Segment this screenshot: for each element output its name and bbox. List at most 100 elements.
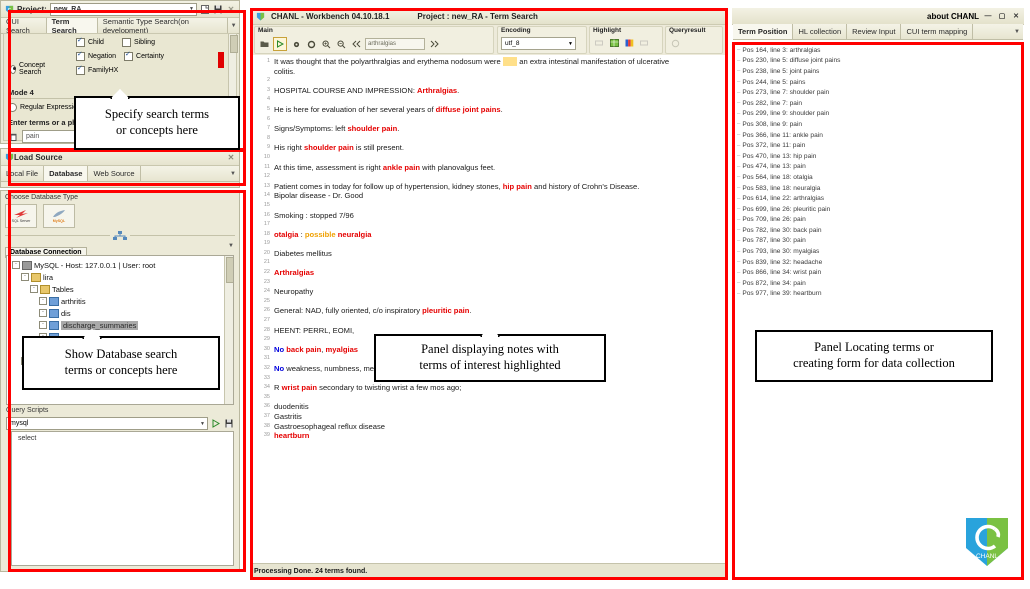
note-line[interactable]: 12 — [254, 172, 720, 182]
note-line[interactable]: 24 Neuropathy — [254, 287, 720, 297]
note-line[interactable]: 22 Arthralgias — [254, 268, 720, 278]
project-combo[interactable]: new_RA ▼ — [49, 2, 197, 16]
note-line[interactable]: 36 duodenitis — [254, 402, 720, 412]
note-line[interactable]: 8 — [254, 134, 720, 144]
term-position-item[interactable]: – Pos 564, line 18: otalgia — [733, 172, 1023, 183]
term-position-item[interactable]: – Pos 793, line 30: myalgias — [733, 246, 1023, 257]
checkbox-certainty[interactable]: Certainty — [124, 50, 164, 61]
tree-expander-icon[interactable]: - — [12, 261, 20, 269]
note-line[interactable]: 26 General: NAD, fully oriented, c/o insp… — [254, 306, 720, 316]
term-position-item[interactable]: – Pos 474, line 13: pain — [733, 162, 1023, 173]
checkbox-negation[interactable]: Negation — [76, 50, 116, 61]
term-position-item[interactable]: – Pos 614, line 22: arthralgias — [733, 193, 1023, 204]
term-position-item[interactable]: – Pos 787, line 30: pain — [733, 236, 1023, 247]
note-line[interactable]: 39 heartburn — [254, 431, 720, 441]
concept-search-radio[interactable]: Concept Search — [10, 62, 48, 76]
note-line[interactable]: 4 — [254, 95, 720, 105]
prev-match-icon[interactable] — [350, 38, 362, 50]
tree-expander-icon[interactable]: - — [39, 309, 47, 317]
checkbox-familyhx[interactable]: FamilyHX — [76, 64, 118, 75]
note-line[interactable]: 6 — [254, 115, 720, 125]
refresh-icon[interactable] — [305, 38, 317, 50]
term-position-item[interactable]: – Pos 839, line 32: headache — [733, 257, 1023, 268]
term-position-item[interactable]: – Pos 282, line 7: pain — [733, 98, 1023, 109]
note-line[interactable]: 38 Gastroesophageal reflux disease — [254, 422, 720, 432]
note-line[interactable]: 25 — [254, 297, 720, 307]
term-position-item[interactable]: – Pos 372, line 11: pain — [733, 140, 1023, 151]
note-text-area[interactable]: 1 It was thought that the polyarthralgias… — [252, 55, 726, 563]
tab-cui-search[interactable]: CUI Search — [1, 17, 47, 35]
note-line[interactable]: 5 He is here for evaluation of her severa… — [254, 105, 720, 115]
term-position-item[interactable]: – Pos 866, line 34: wrist pain — [733, 267, 1023, 278]
save-icon[interactable] — [224, 419, 234, 429]
tree-expander-icon[interactable]: - — [30, 285, 38, 293]
play-icon[interactable] — [273, 37, 287, 51]
query-editor[interactable]: select — [11, 431, 234, 566]
tab-semantic-type-search[interactable]: Semantic Type Search(on development) — [97, 17, 229, 35]
term-position-item[interactable]: – Pos 583, line 18: neuralgia — [733, 183, 1023, 194]
maximize-icon[interactable]: ▢ — [997, 12, 1007, 21]
chevron-down-icon[interactable]: ▼ — [228, 243, 234, 249]
tree-expander-icon[interactable]: - — [39, 321, 47, 329]
highlight-off-icon[interactable] — [593, 37, 605, 49]
term-position-item[interactable]: – Pos 299, line 9: shoulder pain — [733, 109, 1023, 120]
minimize-icon[interactable]: — — [983, 12, 993, 21]
highlight-color-icon[interactable] — [623, 37, 635, 49]
chevron-down-icon[interactable]: ▼ — [227, 166, 239, 181]
note-line[interactable]: 7 Signs/Symptoms: left shoulder pain. — [254, 124, 720, 134]
note-line[interactable]: 35 — [254, 393, 720, 403]
tab-term-search[interactable]: Term Search — [46, 17, 98, 35]
tree-node[interactable]: - MySQL - Host: 127.0.0.1 | User: root — [10, 259, 233, 271]
tree-expander-icon[interactable]: - — [21, 273, 29, 281]
term-position-item[interactable]: – Pos 244, line 5: pains — [733, 77, 1023, 88]
note-line[interactable]: 37 Gastritis — [254, 412, 720, 422]
tab-hl-collection[interactable]: HL collection — [793, 24, 848, 39]
note-line[interactable]: 27 — [254, 316, 720, 326]
tree-node[interactable]: - Tables — [10, 283, 233, 295]
result-info-icon[interactable] — [669, 37, 681, 49]
close-icon[interactable]: ✕ — [1011, 12, 1021, 21]
note-line[interactable]: 16 Smoking : stopped 7/96 — [254, 211, 720, 221]
tree-node[interactable]: - arthritis — [10, 295, 233, 307]
note-line[interactable]: 23 — [254, 278, 720, 288]
term-position-item[interactable]: – Pos 308, line 9: pain — [733, 119, 1023, 130]
query-script-combo[interactable]: mysql ▼ — [6, 417, 208, 430]
note-line[interactable]: 17 — [254, 220, 720, 230]
chevron-down-icon[interactable]: ▼ — [1011, 24, 1023, 39]
highlight-table-icon[interactable] — [608, 37, 620, 49]
note-line[interactable]: 2 — [254, 76, 720, 86]
save-icon[interactable] — [213, 4, 223, 14]
note-line[interactable]: 1 It was thought that the polyarthralgias… — [254, 57, 720, 67]
open-folder-icon[interactable] — [258, 38, 270, 50]
note-line[interactable]: colitis. — [254, 67, 720, 77]
tree-node[interactable]: - discharge_summaries — [10, 319, 233, 331]
term-position-item[interactable]: – Pos 699, line 26: pleuritic pain — [733, 204, 1023, 215]
db-type-mysql[interactable]: MySQL — [43, 204, 75, 228]
term-position-list[interactable]: – Pos 164, line 3: arthralgias – Pos 230, l… — [733, 42, 1023, 579]
term-position-item[interactable]: – Pos 164, line 3: arthralgias — [733, 45, 1023, 56]
highlight-clear-icon[interactable] — [638, 37, 650, 49]
tree-node[interactable]: - dis — [10, 307, 233, 319]
tree-scrollbar[interactable] — [224, 256, 233, 404]
note-line[interactable]: 10 — [254, 153, 720, 163]
next-match-icon[interactable] — [428, 38, 440, 50]
note-line[interactable]: 11 At this time, assessment is right ankl… — [254, 163, 720, 173]
chevron-down-icon[interactable]: ▼ — [228, 18, 239, 33]
trash-icon[interactable] — [8, 132, 18, 142]
checkbox-child[interactable]: Child — [76, 36, 104, 47]
note-line[interactable]: 13 Patient comes in today for follow up o… — [254, 182, 720, 192]
note-line[interactable]: 3 HOSPITAL COURSE AND IMPRESSION: Arthral… — [254, 86, 720, 96]
checkbox-sibling[interactable]: Sibling — [121, 38, 155, 47]
gear-icon[interactable] — [290, 38, 302, 50]
close-icon[interactable]: ✕ — [226, 152, 236, 162]
term-position-item[interactable]: – Pos 709, line 26: pain — [733, 215, 1023, 226]
note-line[interactable]: 21 — [254, 258, 720, 268]
new-file-icon[interactable] — [200, 4, 210, 14]
note-line[interactable]: 18 otalgia : possible neuralgia — [254, 230, 720, 240]
term-position-item[interactable]: – Pos 782, line 30: back pain — [733, 225, 1023, 236]
note-line[interactable]: 19 — [254, 239, 720, 249]
term-position-item[interactable]: – Pos 273, line 7: shoulder pain — [733, 87, 1023, 98]
tab-database[interactable]: Database — [44, 166, 89, 181]
note-line[interactable]: 20 Diabetes mellitus — [254, 249, 720, 259]
zoom-out-icon[interactable] — [335, 38, 347, 50]
